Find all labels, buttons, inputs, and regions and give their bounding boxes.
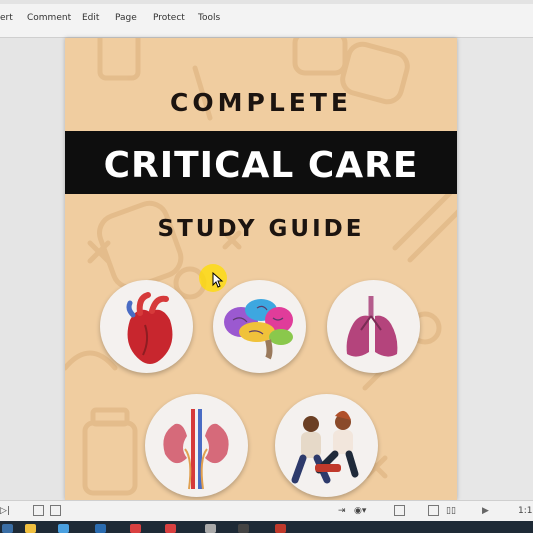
- start-icon[interactable]: [2, 524, 13, 533]
- brain-icon: [224, 299, 293, 360]
- single-page-icon[interactable]: [394, 505, 405, 516]
- fit-right-icon[interactable]: [50, 505, 61, 516]
- lungs-icon: [346, 296, 398, 357]
- menu-comment[interactable]: Comment: [27, 13, 71, 23]
- export-icon[interactable]: ⇥: [338, 506, 346, 516]
- menu-bar: ert Comment Edit Page Protect Tools: [0, 0, 533, 38]
- page-view-icon[interactable]: [428, 505, 439, 516]
- fit-left-icon[interactable]: [33, 505, 44, 516]
- os-taskbar: [0, 521, 533, 533]
- title-line-complete: COMPLETE: [170, 88, 352, 117]
- view-mode-icon[interactable]: ◉▾: [354, 506, 366, 516]
- last-page-icon[interactable]: ▷|: [0, 506, 10, 516]
- first-aid-people-image: [275, 394, 378, 497]
- browser2-icon[interactable]: [165, 524, 176, 533]
- slideshow-icon[interactable]: ▶: [482, 506, 489, 516]
- pdf-app-icon[interactable]: [275, 524, 286, 533]
- lungs-image: [327, 280, 420, 373]
- app2-icon[interactable]: [238, 524, 249, 533]
- heart-icon: [126, 292, 173, 364]
- browser-icon[interactable]: [130, 524, 141, 533]
- menu-insert[interactable]: ert: [0, 13, 13, 23]
- two-page-icon[interactable]: ▯▯: [446, 506, 456, 516]
- title-line-study-guide: STUDY GUIDE: [157, 216, 365, 242]
- menu-tools[interactable]: Tools: [198, 13, 220, 23]
- kidneys-image: [145, 394, 248, 497]
- menu-page[interactable]: Page: [115, 13, 137, 23]
- mail-icon[interactable]: [95, 524, 106, 533]
- kidneys-icon: [163, 409, 229, 490]
- page-indicator[interactable]: 1:1: [518, 506, 532, 516]
- document-page[interactable]: COMPLETE CRITICAL CARE STUDY GUIDE: [65, 38, 457, 500]
- app-icon[interactable]: [58, 524, 69, 533]
- heart-image: [100, 280, 193, 373]
- pointer-icon: [212, 271, 224, 288]
- workspace-right-margin: [457, 38, 533, 500]
- first-aid-people-icon: [291, 410, 359, 484]
- brain-image: [213, 280, 306, 373]
- menu-protect[interactable]: Protect: [153, 13, 185, 23]
- title-line-critical-care: CRITICAL CARE: [103, 145, 419, 186]
- status-toolbar: ▷| ⇥ ◉▾ ▯▯ ▶ 1:1: [0, 500, 533, 521]
- wifi-icon[interactable]: [205, 524, 216, 533]
- top-strip: [0, 0, 533, 4]
- mouse-cursor-highlight: [199, 264, 227, 292]
- menu-edit[interactable]: Edit: [82, 13, 99, 23]
- folder-icon[interactable]: [25, 524, 36, 533]
